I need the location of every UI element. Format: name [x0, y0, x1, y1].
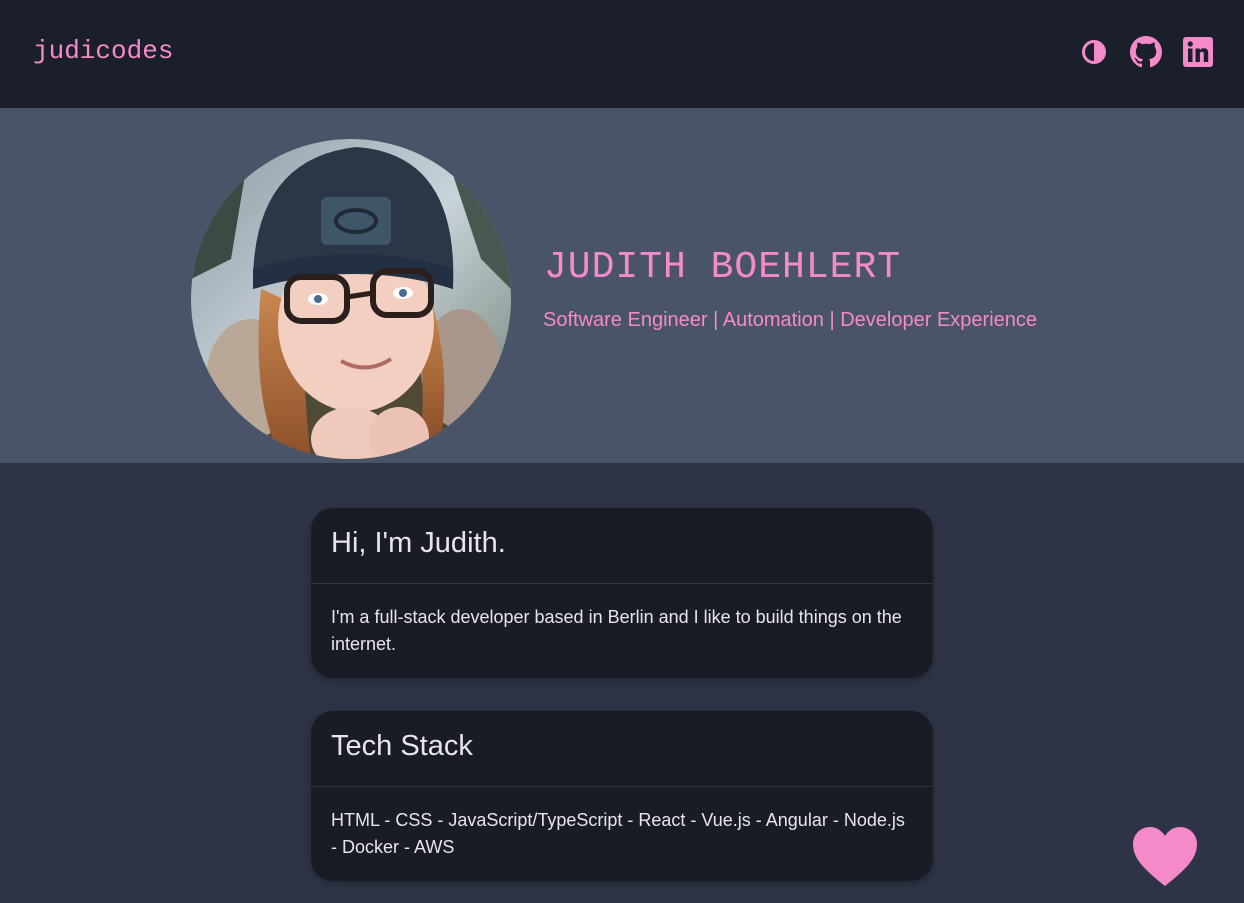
intro-card-title: Hi, I'm Judith.	[311, 508, 933, 584]
github-icon[interactable]	[1130, 36, 1162, 68]
heart-icon[interactable]	[1131, 826, 1199, 888]
brand-link[interactable]: judicodes	[33, 36, 173, 66]
avatar	[191, 139, 511, 459]
tech-stack-card-body: HTML - CSS - JavaScript/TypeScript - Rea…	[331, 810, 905, 857]
linkedin-icon[interactable]	[1182, 36, 1214, 68]
theme-toggle-icon[interactable]	[1078, 36, 1110, 68]
hero-name: JUDITH BOEHLERT	[544, 246, 902, 289]
nav-icons	[1058, 36, 1214, 68]
navbar: judicodes	[0, 0, 1244, 108]
intro-card-body: I'm a full-stack developer based in Berl…	[331, 607, 902, 654]
intro-card: Hi, I'm Judith. I'm a full-stack develop…	[311, 508, 933, 678]
hero-section: JUDITH BOEHLERT Software Engineer | Auto…	[0, 108, 1244, 463]
tech-stack-card-title: Tech Stack	[311, 711, 933, 787]
tech-stack-card: Tech Stack HTML - CSS - JavaScript/TypeS…	[311, 711, 933, 881]
hero-subtitle: Software Engineer | Automation | Develop…	[543, 309, 1038, 331]
